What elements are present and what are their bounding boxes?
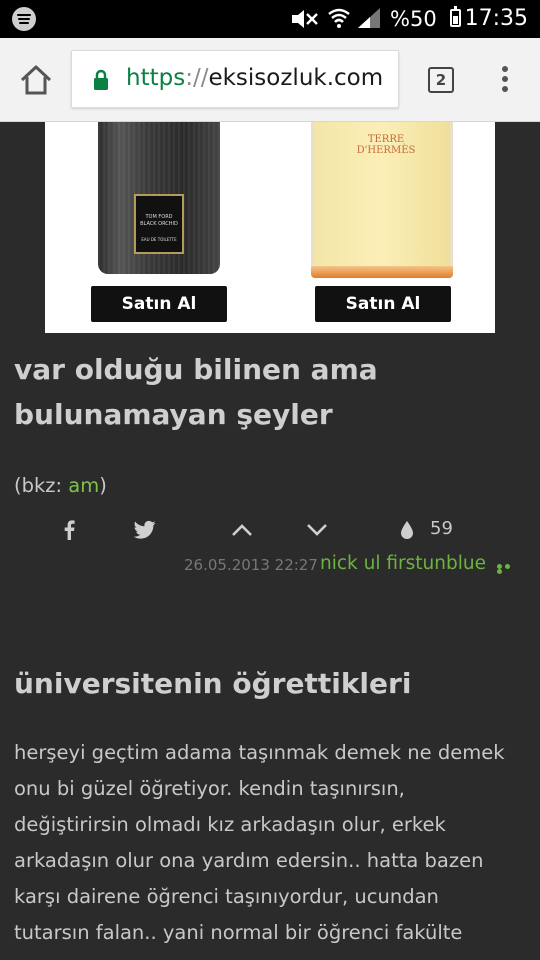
mute-icon [292, 10, 318, 28]
entry-line: karşı dairene öğrenci taşınıyordur, ucun… [14, 885, 439, 908]
bottle-brand: TERRE D'HERMÈS [356, 134, 416, 156]
entry-date[interactable]: 26.05.2013 22:27 [184, 556, 318, 574]
signal-icon [358, 8, 380, 28]
tom-ford-bottle-image: TOM FORD BLACK ORCHID EAU DE TOILETTE [98, 122, 220, 274]
status-bar: %50 17:35 [0, 0, 540, 38]
battery-percent: %50 [390, 7, 437, 31]
entry-line: tutarsın falan.. yani normal bir öğrenci… [14, 921, 463, 944]
tabs-icon[interactable]: 2 [428, 67, 454, 93]
entry-line: onu bi güzel öğretiyor. kendin taşınırsı… [14, 777, 405, 800]
topic-title-line: bulunamayan şeyler [14, 398, 333, 431]
entry-author[interactable]: nick ul firstunblue [320, 553, 486, 574]
drop-icon[interactable] [400, 520, 414, 540]
entry-content-1: (bkz: am) [14, 474, 107, 497]
entry-actions: 59 [0, 510, 540, 550]
upvote-icon[interactable] [231, 520, 253, 540]
battery-icon [450, 6, 461, 27]
browser-toolbar: https://eksisozluk.com 2 [0, 38, 540, 122]
entry-meta: 26.05.2013 22:27 nick ul firstunblue [0, 553, 540, 580]
entry-line: herşeyi geçtim adama taşınmak demek ne d… [14, 741, 505, 764]
status-time: 17:35 [464, 6, 528, 31]
facebook-icon[interactable] [63, 520, 75, 540]
perfume-ad[interactable]: TOM FORD BLACK ORCHID EAU DE TOILETTE TE… [45, 122, 495, 333]
topic-title-1[interactable]: var olduğu bilinen ama bulunamayan şeyle… [14, 347, 514, 437]
bkz-link[interactable]: am [68, 474, 99, 497]
buy-button-2[interactable]: Satın Al [315, 286, 451, 322]
buy-button-1[interactable]: Satın Al [91, 286, 227, 322]
bottle-label: TOM FORD BLACK ORCHID EAU DE TOILETTE [134, 194, 184, 254]
topic-title-2[interactable]: üniversitenin öğrettikleri [14, 661, 514, 706]
entry-line: değiştirirsin olmadı kız arkadaşın olur,… [14, 813, 446, 836]
twitter-icon[interactable] [134, 520, 156, 540]
menu-icon[interactable] [499, 66, 511, 96]
terre-hermes-bottle-image: TERRE D'HERMÈS [311, 122, 453, 278]
spotify-icon [12, 7, 36, 31]
wifi-icon [328, 8, 350, 28]
downvote-icon[interactable] [306, 520, 328, 540]
topic-title-line: var olduğu bilinen ama [14, 353, 378, 386]
address-bar[interactable]: https://eksisozluk.com [71, 50, 399, 108]
lock-icon [94, 69, 108, 90]
favorite-count: 59 [430, 518, 453, 539]
entry-line: arkadaşın olur ona yardım edersin.. hatt… [14, 849, 484, 872]
more-icon[interactable] [497, 564, 519, 574]
home-icon[interactable] [18, 62, 54, 98]
entry-content-2: herşeyi geçtim adama taşınmak demek ne d… [14, 735, 529, 951]
url-text: https://eksisozluk.com [126, 65, 384, 91]
